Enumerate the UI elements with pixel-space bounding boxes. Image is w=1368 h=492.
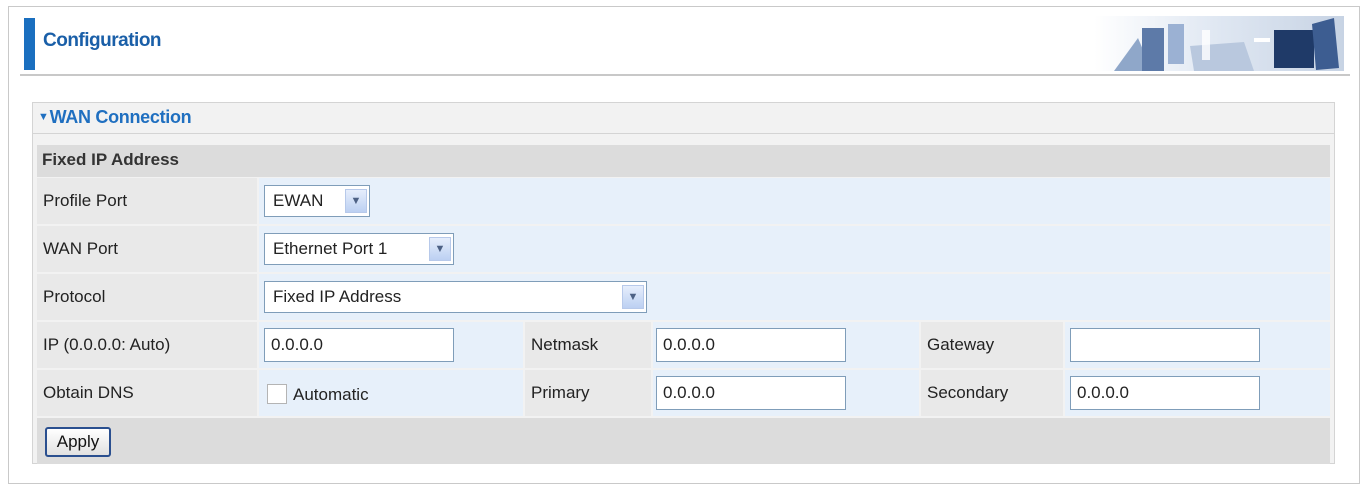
primary-dns-label: Primary	[531, 383, 590, 402]
section-header: Fixed IP Address	[37, 145, 1330, 177]
netmask-input-field[interactable]	[657, 329, 845, 361]
primary-dns-input-field[interactable]	[657, 377, 845, 409]
wan-port-label: WAN Port	[43, 239, 118, 258]
panel-title[interactable]: ▼WAN Connection	[38, 107, 192, 128]
section-title: Fixed IP Address	[42, 150, 179, 169]
header-divider	[20, 74, 1350, 76]
protocol-select[interactable]: Fixed IP Address ▼	[264, 281, 647, 313]
apply-row: Apply	[37, 418, 1330, 464]
automatic-dns-checkbox[interactable]	[267, 384, 287, 404]
header-bar: Configuration	[20, 14, 1350, 76]
ip-label: IP (0.0.0.0: Auto)	[43, 335, 171, 354]
ip-row: IP (0.0.0.0: Auto) Netmask Gateway	[37, 322, 1330, 368]
protocol-label: Protocol	[43, 287, 106, 306]
secondary-dns-label: Secondary	[927, 383, 1009, 402]
wan-port-select[interactable]: Ethernet Port 1 ▼	[264, 233, 454, 265]
gateway-input[interactable]	[1070, 328, 1260, 362]
chevron-down-icon[interactable]: ▼	[429, 237, 451, 261]
netmask-label: Netmask	[531, 335, 599, 354]
title-accent-bar	[24, 18, 35, 70]
wan-connection-panel: ▼WAN Connection Fixed IP Address Profile…	[32, 102, 1335, 464]
dns-row: Obtain DNS Automatic Primary Secondary	[37, 370, 1330, 416]
chevron-down-icon[interactable]: ▼	[345, 189, 367, 213]
panel-divider	[33, 133, 1334, 134]
gateway-input-field[interactable]	[1071, 329, 1259, 361]
primary-dns-input[interactable]	[656, 376, 846, 410]
netmask-input[interactable]	[656, 328, 846, 362]
secondary-dns-input-field[interactable]	[1071, 377, 1259, 409]
secondary-dns-input[interactable]	[1070, 376, 1260, 410]
protocol-row: Protocol Fixed IP Address ▼	[37, 274, 1330, 320]
collapse-triangle-icon[interactable]: ▼	[38, 111, 49, 123]
gateway-label: Gateway	[927, 335, 995, 354]
profile-port-label: Profile Port	[43, 191, 128, 210]
profile-port-row: Profile Port EWAN ▼	[37, 178, 1330, 224]
panel-title-label: WAN Connection	[49, 107, 192, 127]
office-banner-image	[1094, 16, 1344, 71]
wan-port-row: WAN Port Ethernet Port 1 ▼	[37, 226, 1330, 272]
chevron-down-icon[interactable]: ▼	[622, 285, 644, 309]
ip-input-field[interactable]	[265, 329, 453, 361]
ip-input[interactable]	[264, 328, 454, 362]
apply-button[interactable]: Apply	[45, 427, 111, 457]
automatic-dns-label: Automatic	[293, 385, 369, 404]
page-title: Configuration	[43, 30, 162, 51]
profile-port-select[interactable]: EWAN ▼	[264, 185, 370, 217]
obtain-dns-label: Obtain DNS	[43, 383, 134, 402]
